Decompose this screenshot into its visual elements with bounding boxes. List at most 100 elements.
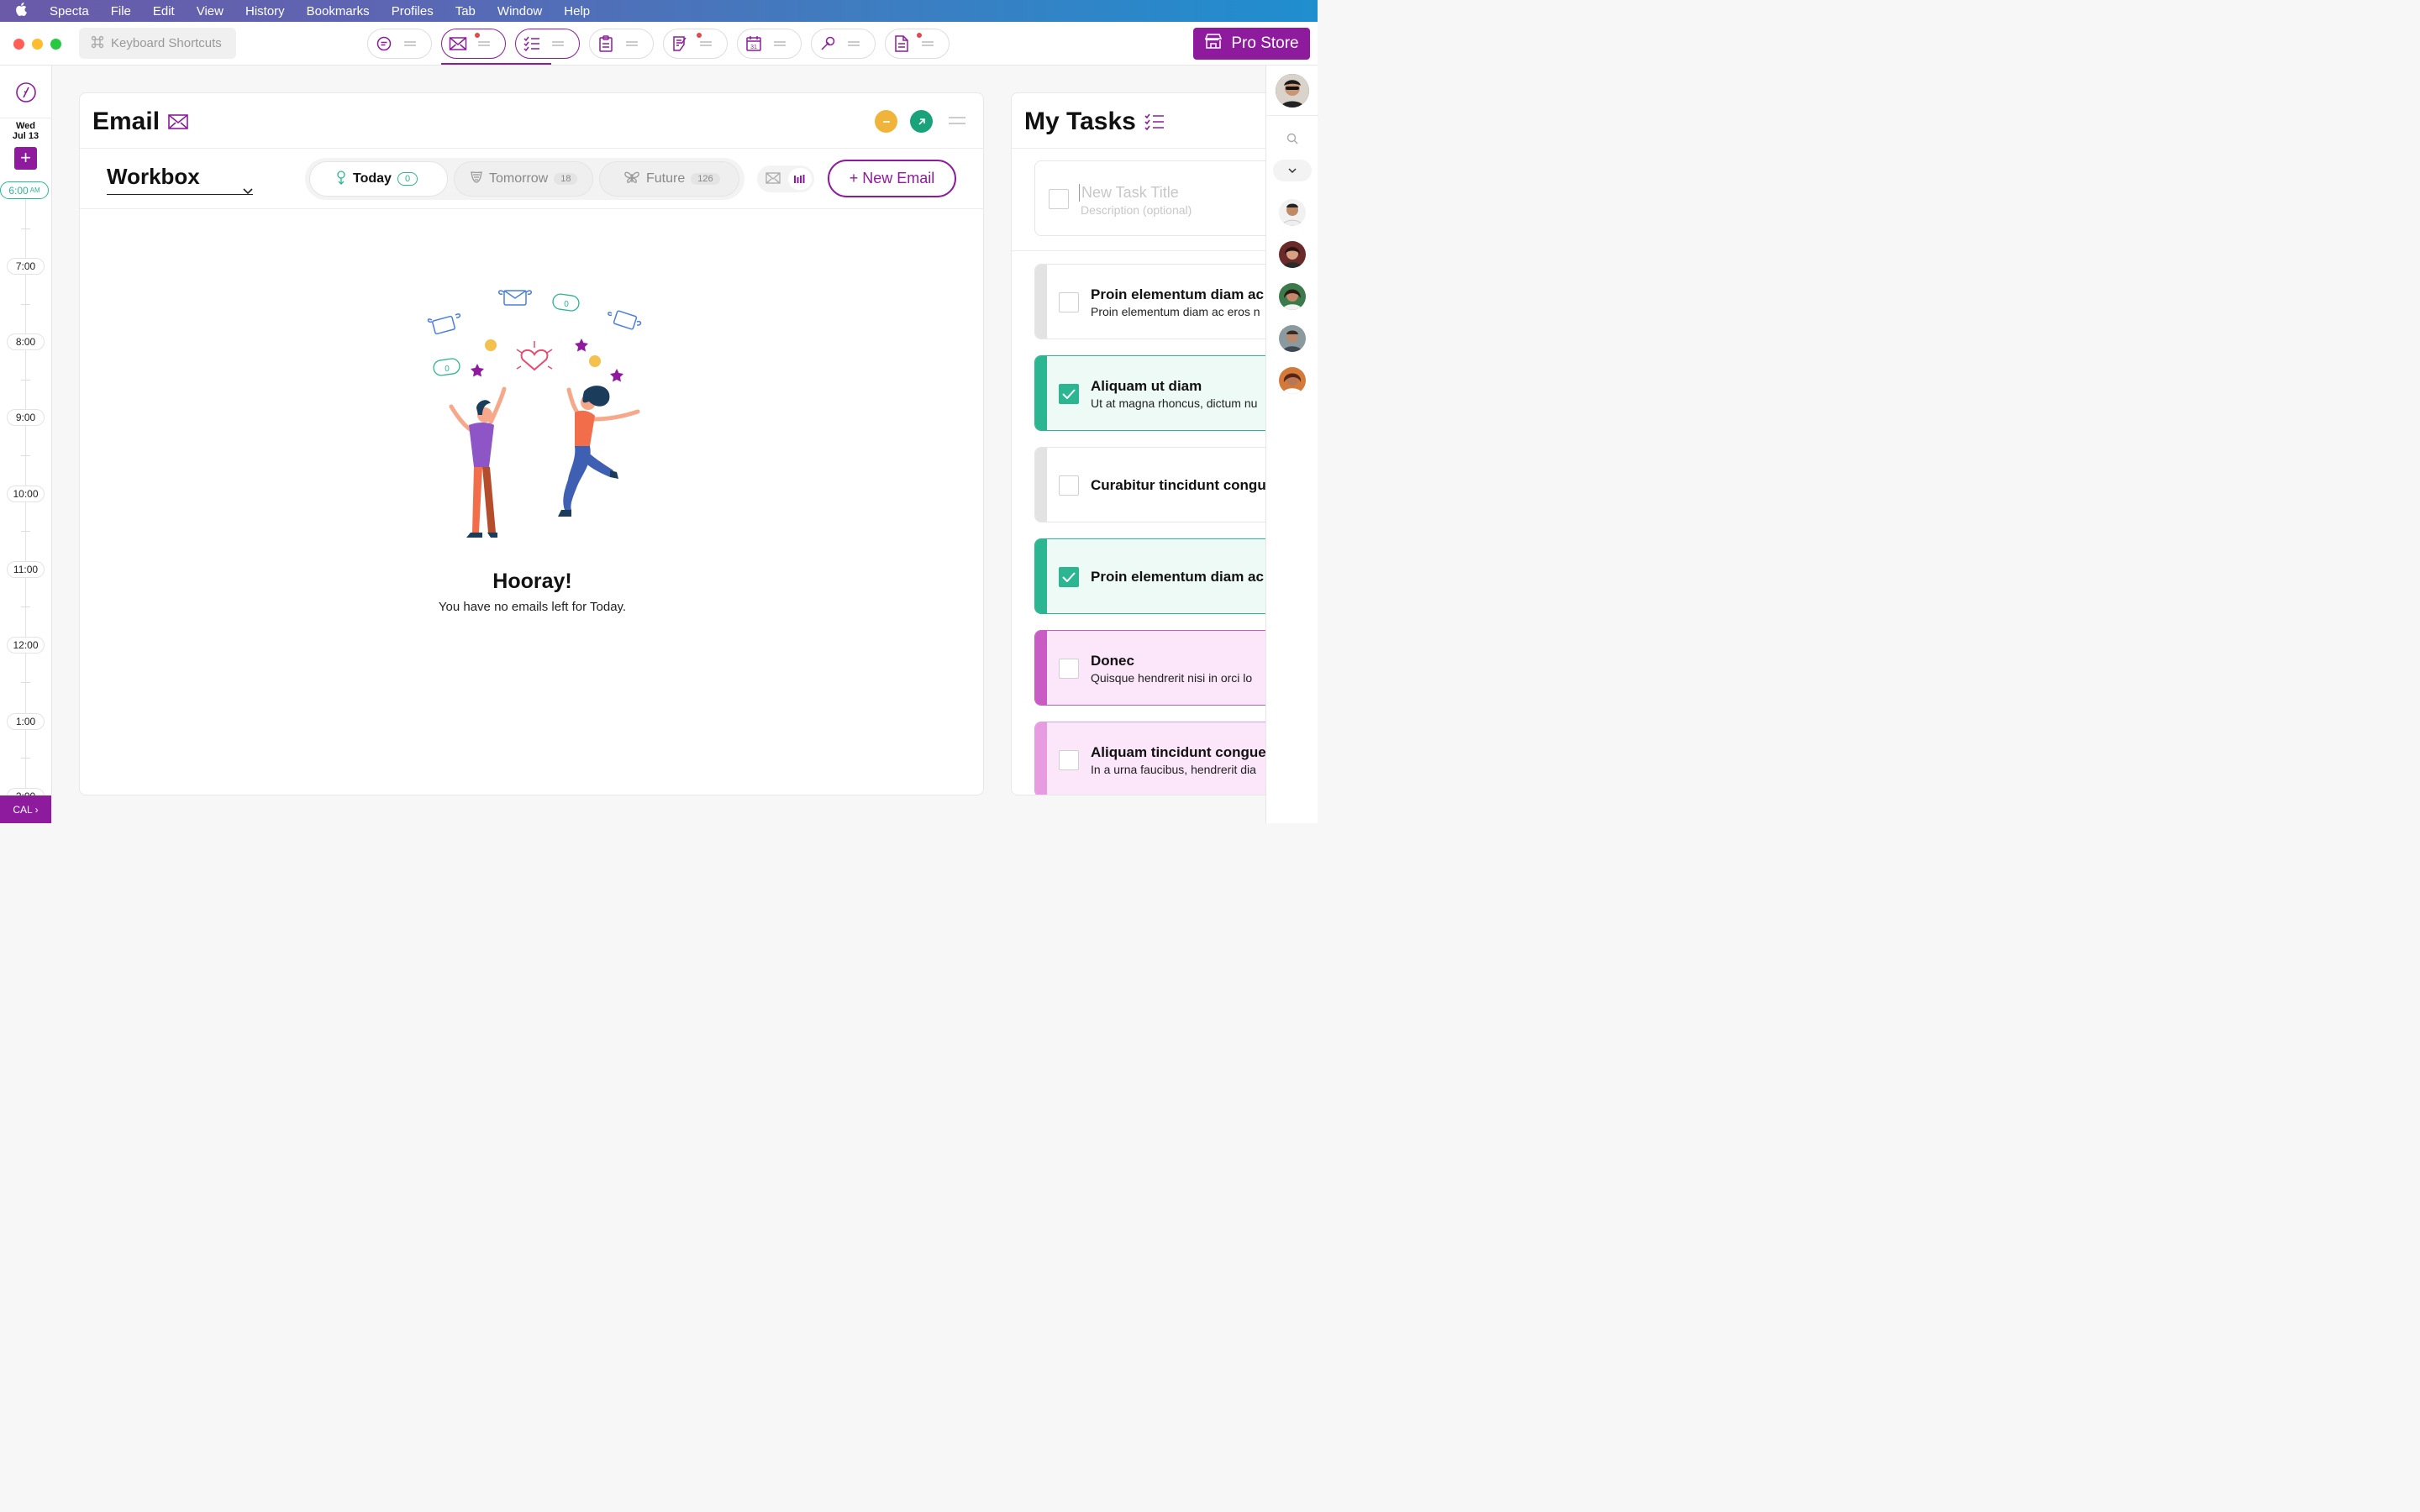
compass-icon[interactable] (14, 81, 38, 108)
close-window-button[interactable] (13, 39, 24, 50)
profiles-rail (1265, 66, 1318, 823)
tab-clipboard[interactable] (589, 29, 654, 59)
menu-history[interactable]: History (234, 4, 296, 18)
task-item[interactable]: Proin elementum diam ac e (1034, 538, 1279, 614)
new-task-checkbox[interactable] (1049, 189, 1069, 209)
add-event-button[interactable]: + (14, 147, 37, 170)
apple-icon[interactable] (0, 2, 42, 20)
tab-tasks[interactable] (515, 29, 580, 59)
task-item[interactable]: Aliquam tincidunt congue In a urna fauci… (1034, 722, 1279, 795)
tab-notes[interactable] (663, 29, 728, 59)
task-title: Proin elementum diam ac e (1091, 569, 1276, 585)
chevron-down-icon (243, 175, 253, 201)
tab-grip-icon[interactable] (478, 41, 490, 46)
day-filter-group: Today 0 Tomorrow 18 Future 126 (305, 158, 744, 200)
mail-icon (168, 114, 188, 134)
tab-chat[interactable] (367, 29, 432, 59)
avatar[interactable] (1279, 367, 1306, 394)
task-description: In a urna faucibus, hendrerit dia (1091, 763, 1256, 776)
clipboard-icon (590, 35, 622, 52)
tab-microphone[interactable] (811, 29, 876, 59)
new-task-title-input[interactable]: New Task Title (1079, 184, 1179, 202)
new-task-description-input[interactable]: Description (optional) (1081, 203, 1192, 217)
tab-grip-icon[interactable] (848, 41, 860, 46)
menu-profiles[interactable]: Profiles (381, 4, 445, 18)
sprout-icon (335, 170, 347, 189)
filter-today[interactable]: Today 0 (309, 161, 448, 197)
document-icon (886, 35, 918, 52)
tasks-panel: My Tasks New Task Title Description (opt… (1011, 92, 1280, 795)
illustration-badge: 0 (564, 300, 569, 309)
avatar[interactable] (1279, 241, 1306, 268)
tab-grip-icon[interactable] (700, 41, 712, 46)
mail-icon (442, 36, 474, 51)
mail-view-icon[interactable] (765, 172, 781, 188)
task-item[interactable]: Aliquam ut diam Ut at magna rhoncus, dic… (1034, 355, 1279, 431)
avatar[interactable] (1279, 283, 1306, 310)
checkmark-icon (1062, 389, 1076, 399)
menu-bookmarks[interactable]: Bookmarks (296, 4, 381, 18)
tab-document[interactable] (885, 29, 950, 59)
minimize-panel-button[interactable] (875, 110, 897, 133)
avatar[interactable] (1279, 199, 1306, 226)
menu-edit[interactable]: Edit (142, 4, 186, 18)
menu-app-name[interactable]: Specta (42, 4, 100, 18)
divider (1012, 148, 1279, 149)
hour-label: 7:00 (7, 258, 45, 275)
tab-grip-icon[interactable] (404, 41, 416, 46)
task-checkbox[interactable] (1059, 750, 1079, 770)
task-color-bar (1035, 631, 1047, 705)
task-title: Curabitur tincidunt congue (1091, 477, 1275, 493)
search-icon[interactable] (1286, 133, 1298, 149)
half-hour-tick (21, 455, 30, 456)
task-title: Donec (1091, 653, 1134, 669)
minimize-window-button[interactable] (32, 39, 43, 50)
calendar-toggle-button[interactable]: CAL › (0, 795, 51, 823)
menu-window[interactable]: Window (487, 4, 553, 18)
filter-future[interactable]: Future 126 (599, 161, 739, 197)
tab-calendar[interactable]: 31 (737, 29, 802, 59)
zoom-window-button[interactable] (50, 39, 61, 50)
new-task-form[interactable]: New Task Title Description (optional) (1034, 160, 1279, 236)
tab-grip-icon[interactable] (552, 41, 564, 46)
view-toggle (757, 165, 814, 192)
task-item[interactable]: Curabitur tincidunt congue (1034, 447, 1279, 522)
tab-grip-icon[interactable] (922, 41, 934, 46)
menu-bar: Specta File Edit View History Bookmarks … (0, 0, 1318, 22)
task-title: Aliquam ut diam (1091, 378, 1202, 394)
half-hour-tick (21, 758, 30, 759)
task-checkbox[interactable] (1059, 384, 1079, 404)
keyboard-shortcuts-button[interactable]: Keyboard Shortcuts (79, 28, 236, 59)
avatar[interactable] (1276, 74, 1309, 108)
mailbox-select[interactable]: Workbox (107, 164, 253, 195)
task-item[interactable]: Donec Quisque hendrerit nisi in orci lo (1034, 630, 1279, 706)
tab-email[interactable] (441, 29, 506, 59)
task-item[interactable]: Proin elementum diam ac e Proin elementu… (1034, 264, 1279, 339)
task-checkbox[interactable] (1059, 567, 1079, 587)
calendar-rail: Wed Jul 13 + 6:00 AM 7:00 8:00 9:00 10:00… (0, 66, 52, 823)
hour-label: 1:00 (7, 713, 45, 730)
menu-file[interactable]: File (100, 4, 142, 18)
filter-tomorrow-label: Tomorrow (489, 171, 549, 186)
filter-tomorrow-count: 18 (554, 173, 578, 185)
task-checkbox[interactable] (1059, 292, 1079, 312)
columns-view-icon[interactable] (788, 168, 812, 190)
current-time-suffix: AM (29, 186, 40, 194)
pro-store-button[interactable]: Pro Store (1193, 28, 1310, 60)
task-description: Quisque hendrerit nisi in orci lo (1091, 671, 1253, 685)
hour-label: 8:00 (7, 333, 45, 350)
filter-tomorrow[interactable]: Tomorrow 18 (454, 161, 593, 197)
tab-grip-icon[interactable] (626, 41, 638, 46)
menu-tab[interactable]: Tab (445, 4, 487, 18)
expand-panel-button[interactable] (910, 110, 933, 133)
menu-help[interactable]: Help (553, 4, 601, 18)
task-description: Ut at magna rhoncus, dictum nu (1091, 396, 1258, 410)
menu-view[interactable]: View (186, 4, 234, 18)
tab-grip-icon[interactable] (774, 41, 786, 46)
panel-drag-handle[interactable] (949, 117, 965, 124)
avatar[interactable] (1279, 325, 1306, 352)
new-email-button[interactable]: + New Email (828, 160, 956, 197)
chevron-down-icon[interactable] (1273, 160, 1312, 181)
task-checkbox[interactable] (1059, 659, 1079, 679)
task-checkbox[interactable] (1059, 475, 1079, 496)
